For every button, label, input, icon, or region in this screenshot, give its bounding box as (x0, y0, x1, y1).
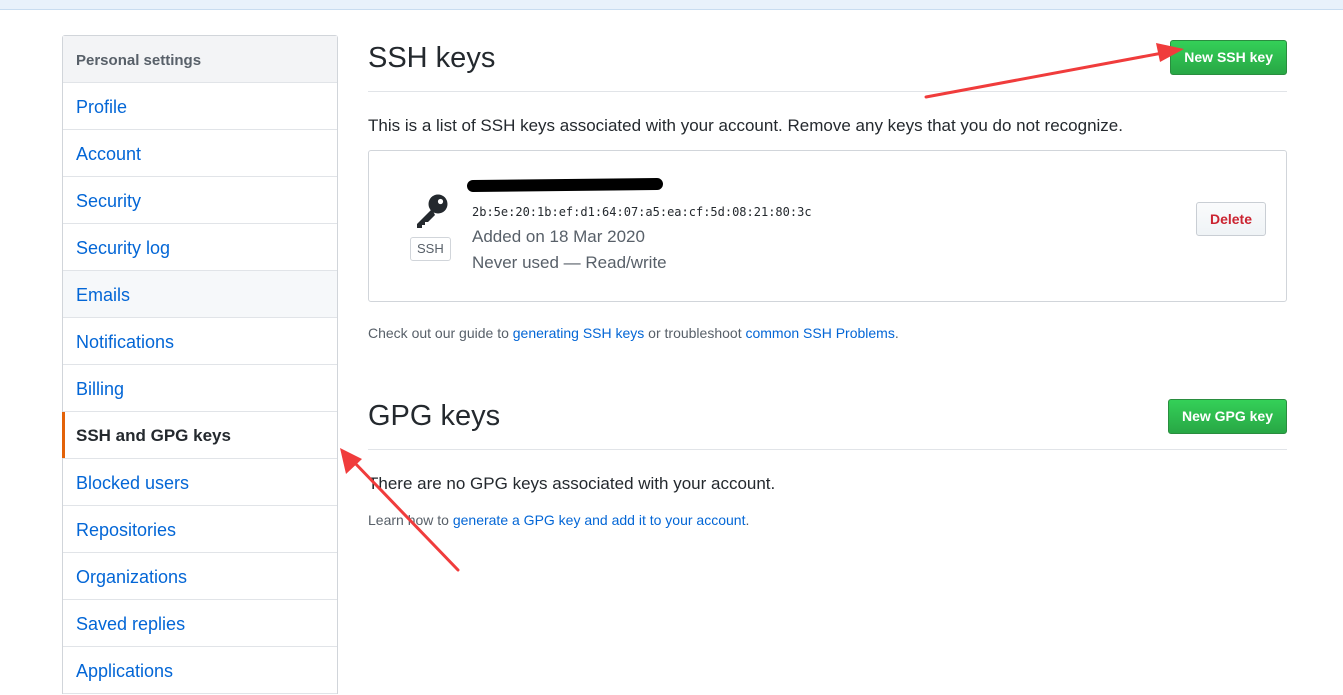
sidebar-item-blocked-users[interactable]: Blocked users (63, 459, 337, 506)
gpg-empty-text: There are no GPG keys associated with yo… (368, 474, 776, 493)
browser-top-bar (0, 0, 1343, 10)
gpg-help-suffix: . (745, 512, 750, 528)
new-gpg-key-button[interactable]: New GPG key (1167, 399, 1287, 434)
ssh-help-text: Check out our guide to generating SSH ke… (368, 325, 899, 341)
new-ssh-key-button[interactable]: New SSH key (1170, 40, 1287, 75)
key-usage: Never used — Read/write (472, 253, 667, 272)
delete-key-button[interactable]: Delete (1195, 202, 1266, 236)
ssh-type-badge: SSH (410, 237, 451, 261)
sidebar-item-emails[interactable]: Emails (63, 271, 337, 318)
gpg-help-text: Learn how to generate a GPG key and add … (368, 512, 749, 528)
annotation-arrow-ssh-gpg-keys (340, 448, 460, 572)
sidebar-item-ssh-gpg-keys[interactable]: SSH and GPG keys (62, 412, 337, 459)
sidebar-item-account[interactable]: Account (63, 130, 337, 177)
sidebar-item-applications[interactable]: Applications (63, 647, 337, 694)
sidebar-item-security[interactable]: Security (63, 177, 337, 224)
ssh-help-prefix: Check out our guide to (368, 325, 513, 341)
sidebar-item-billing[interactable]: Billing (63, 365, 337, 412)
gpg-section-header: GPG keys New GPG key (368, 395, 1287, 450)
ssh-section-header: SSH keys New SSH key (368, 36, 1287, 92)
sidebar-item-profile[interactable]: Profile (63, 83, 337, 130)
key-icon (417, 194, 448, 228)
sidebar-item-repositories[interactable]: Repositories (63, 506, 337, 553)
ssh-keys-title: SSH keys (368, 42, 496, 74)
ssh-help-middle: or troubleshoot (644, 325, 746, 341)
ssh-intro-text: This is a list of SSH keys associated wi… (368, 116, 1123, 135)
key-added-date: Added on 18 Mar 2020 (472, 227, 645, 246)
sidebar-item-organizations[interactable]: Organizations (63, 553, 337, 600)
generate-gpg-key-link[interactable]: generate a GPG key and add it to your ac… (453, 512, 746, 528)
settings-sidebar: Personal settings Profile Account Securi… (62, 35, 338, 694)
sidebar-item-security-log[interactable]: Security log (63, 224, 337, 271)
redacted-key-title (466, 177, 664, 193)
sidebar-header: Personal settings (63, 36, 337, 83)
gpg-help-prefix: Learn how to (368, 512, 453, 528)
ssh-help-suffix: . (894, 325, 899, 341)
key-fingerprint: 2b:5e:20:1b:ef:d1:64:07:a5:ea:cf:5d:08:2… (472, 205, 812, 219)
sidebar-item-notifications[interactable]: Notifications (63, 318, 337, 365)
gpg-keys-title: GPG keys (368, 400, 501, 432)
common-ssh-problems-link[interactable]: common SSH Problems (745, 325, 894, 341)
generating-ssh-keys-link[interactable]: generating SSH keys (513, 325, 645, 341)
ssh-key-item: SSH 2b:5e:20:1b:ef:d1:64:07:a5:ea:cf:5d:… (368, 150, 1287, 302)
sidebar-item-saved-replies[interactable]: Saved replies (63, 600, 337, 647)
